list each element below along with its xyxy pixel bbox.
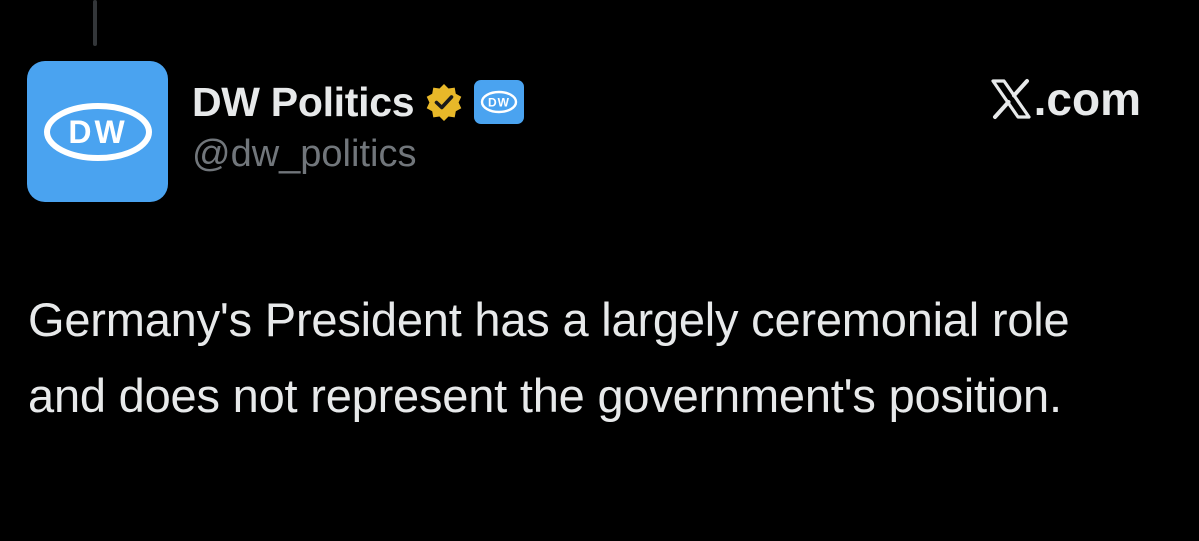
display-name[interactable]: DW Politics [192, 81, 415, 123]
verified-badge-icon[interactable] [424, 82, 464, 122]
thread-connector-line [93, 0, 97, 46]
domain-suffix: .com [1033, 73, 1141, 125]
dw-logo-icon: DW [43, 102, 152, 161]
tweet-text: Germany's President has a largely ceremo… [28, 293, 1070, 422]
affiliate-badge-text: DW [488, 96, 510, 110]
name-row: DW Politics DW [192, 72, 525, 132]
avatar-logo-text: DW [68, 114, 127, 150]
tweet-header: DW Politics DW @dw_politics [192, 72, 525, 176]
account-handle[interactable]: @dw_politics [192, 133, 524, 176]
dw-badge-icon: DW [481, 90, 518, 114]
affiliate-badge[interactable]: DW [474, 80, 525, 124]
x-logo-icon [990, 78, 1032, 120]
avatar[interactable]: DW [27, 61, 168, 202]
x-com-watermark: .com [990, 76, 1141, 122]
